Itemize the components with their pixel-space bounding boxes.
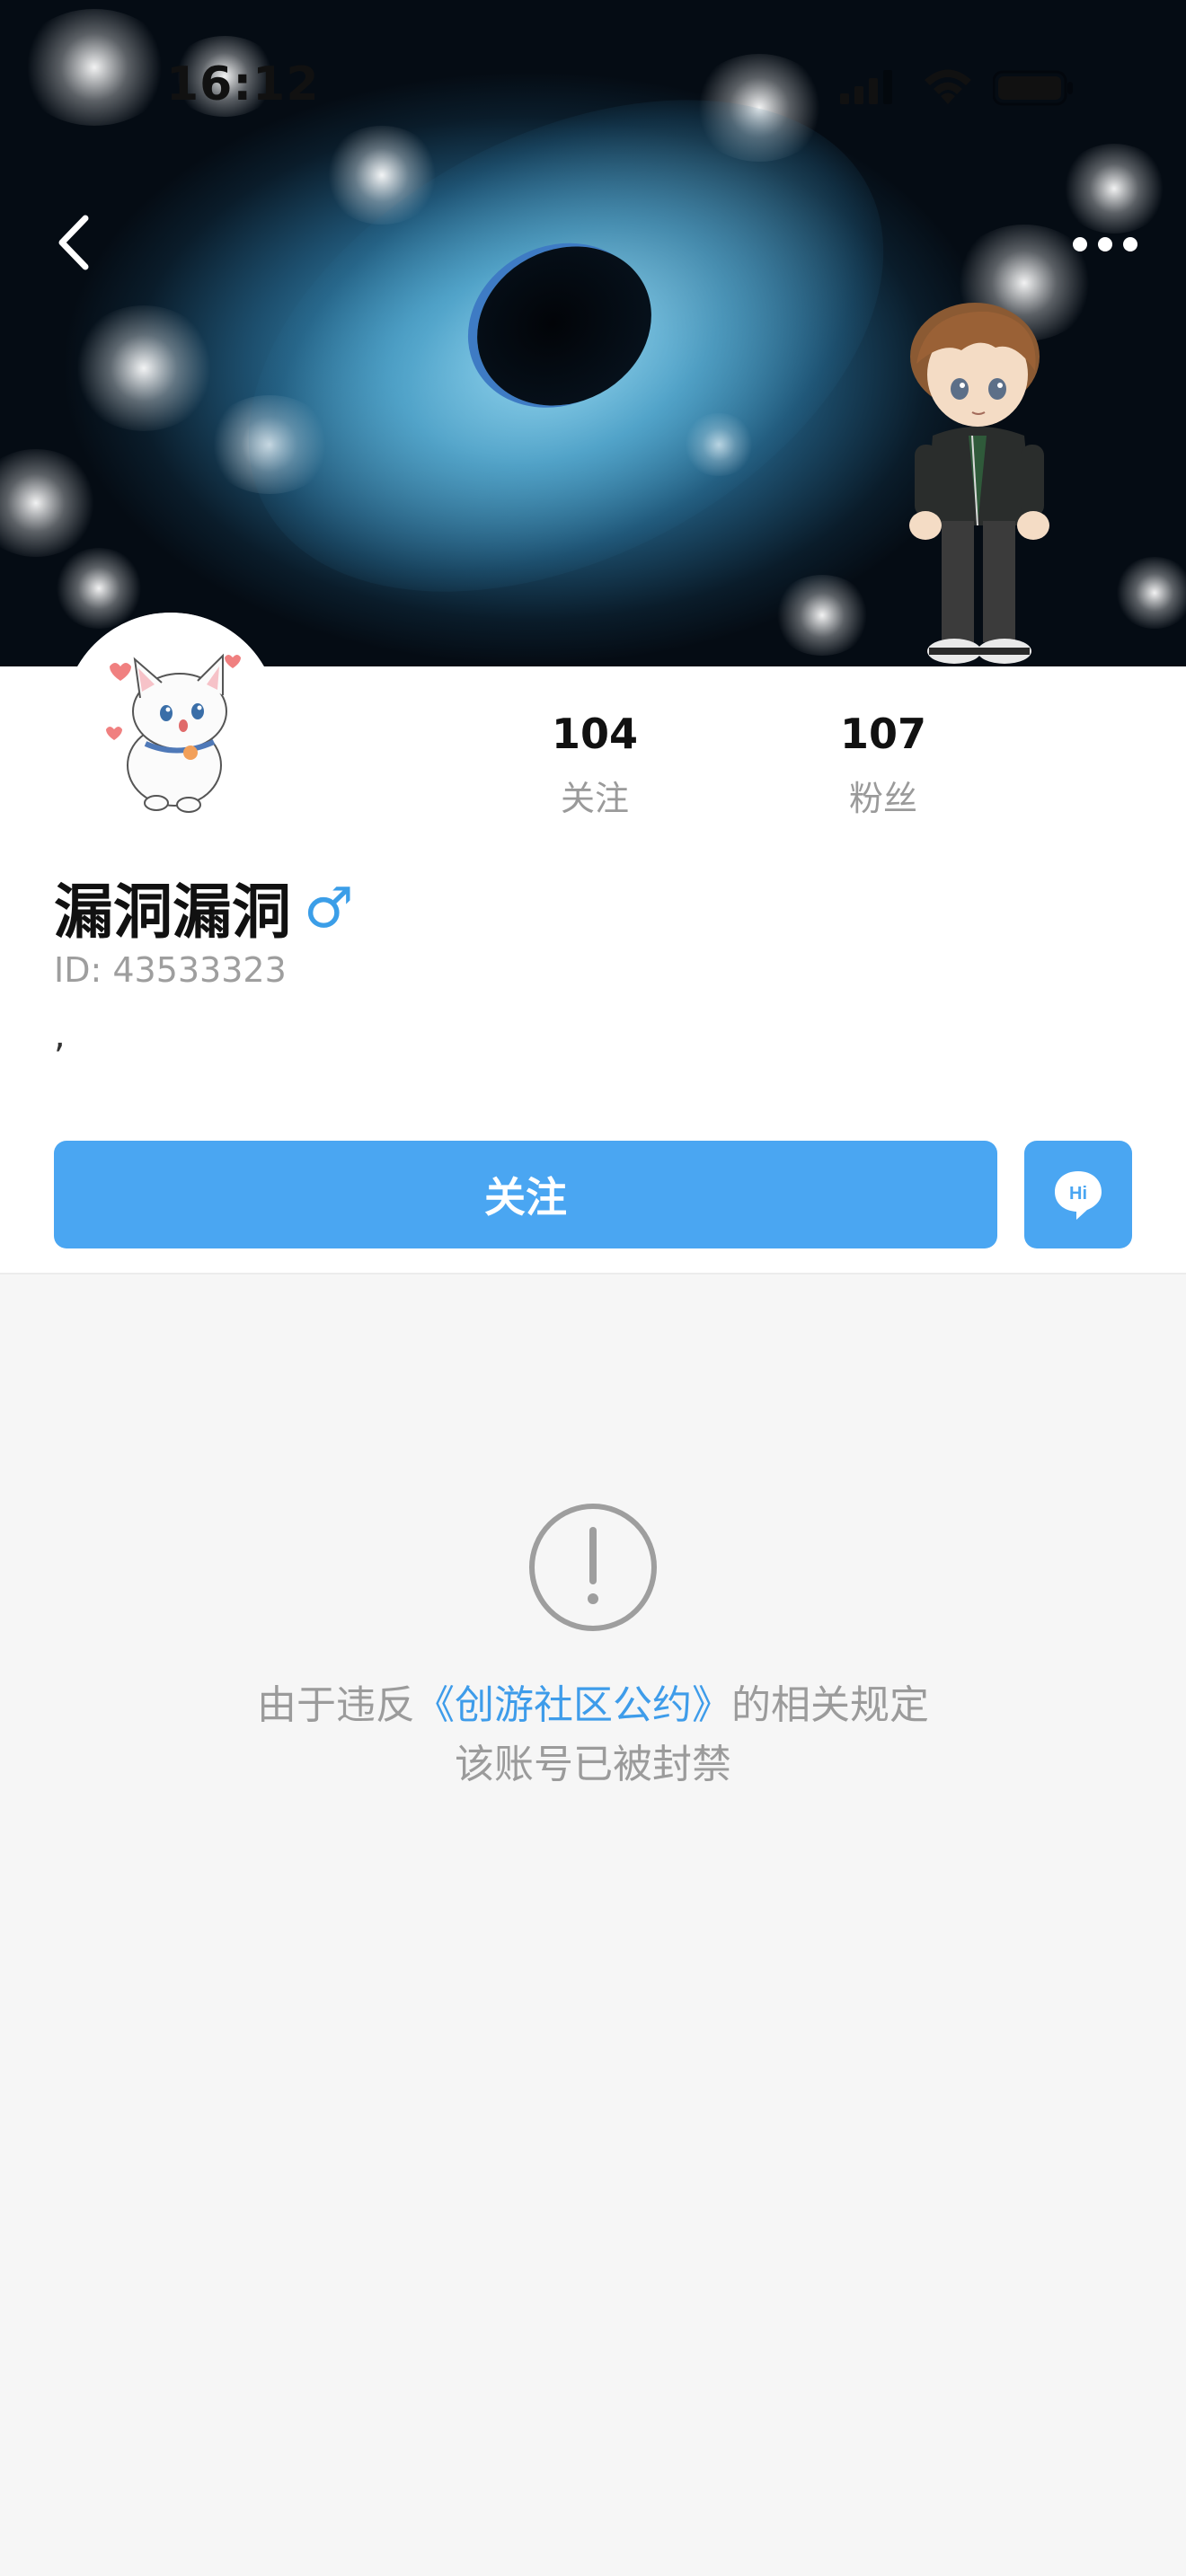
ban-notice-suffix: 的相关规定	[731, 1682, 929, 1728]
star-glow	[72, 305, 216, 431]
followers-count: 107	[839, 710, 927, 758]
community-rules-link[interactable]: 《创游社区公约》	[415, 1682, 731, 1728]
follow-button[interactable]: 关注	[54, 1141, 997, 1248]
cellular-signal-icon	[840, 70, 892, 104]
followers-stat[interactable]: 107 粉丝	[802, 710, 964, 820]
user-id: ID: 43533323	[54, 950, 287, 990]
wifi-icon	[925, 69, 971, 104]
more-options-button[interactable]	[1069, 226, 1141, 262]
following-label: 关注	[560, 779, 629, 818]
following-count: 104	[551, 710, 639, 758]
star-glow	[0, 449, 99, 557]
ban-notice-line2: 该账号已被封禁	[455, 1742, 731, 1787]
followers-label: 粉丝	[848, 779, 917, 818]
username: 漏洞漏洞	[54, 878, 291, 947]
back-button[interactable]	[49, 211, 99, 274]
white-cat-avatar-image	[63, 613, 279, 828]
star-glow	[54, 548, 144, 629]
following-stat[interactable]: 104 关注	[514, 710, 676, 820]
status-time: 16:12	[166, 57, 320, 111]
avatar[interactable]	[63, 613, 279, 828]
user-bio: ,	[54, 1015, 66, 1056]
send-message-button[interactable]: Hi	[1024, 1141, 1132, 1248]
name-row: 漏洞漏洞 ♂	[54, 871, 354, 948]
ban-notice-prefix: 由于违反	[257, 1682, 415, 1728]
cartoon-character-image	[909, 303, 1049, 664]
exclamation-circle-icon	[529, 1504, 657, 1631]
star-glow	[773, 575, 872, 656]
status-bar: 16:12	[0, 0, 1186, 171]
hi-icon-text: Hi	[1069, 1184, 1087, 1204]
male-gender-icon: ♂	[304, 874, 354, 940]
battery-icon	[993, 70, 1073, 106]
star-glow	[1114, 557, 1186, 629]
hi-chat-bubble-icon: Hi	[1055, 1171, 1102, 1220]
ban-notice-line1: 由于违反《创游社区公约》的相关规定	[0, 1672, 1186, 1730]
